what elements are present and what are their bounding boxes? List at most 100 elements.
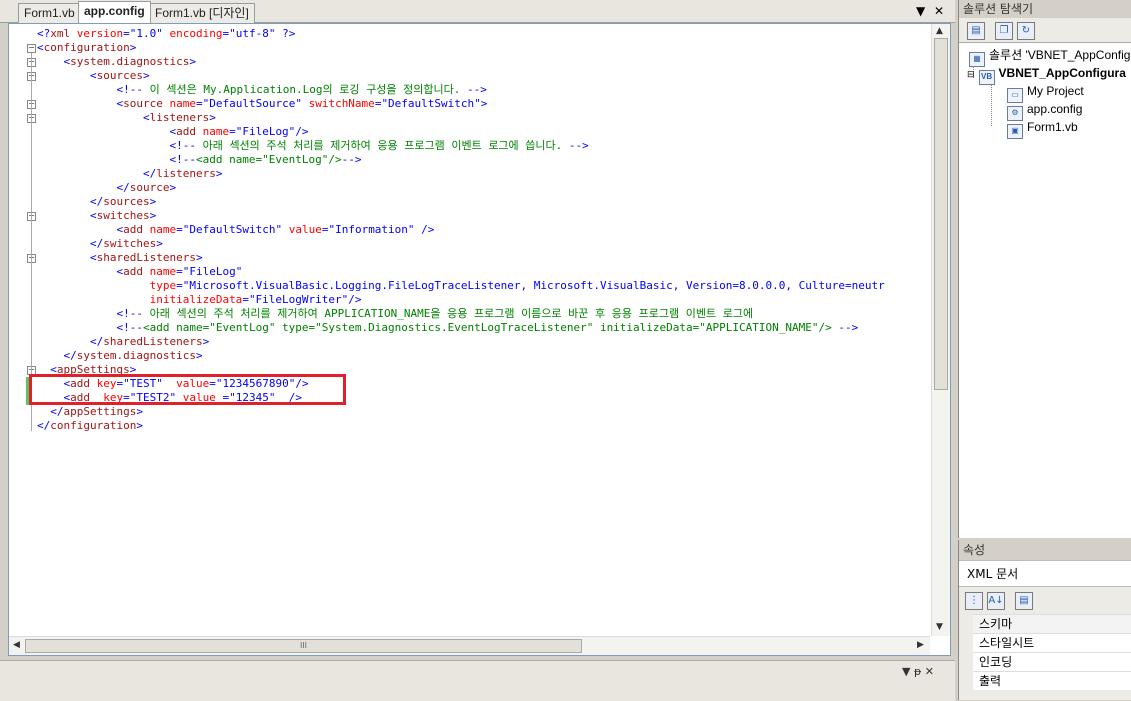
code-line[interactable]: </configuration> [37,419,143,433]
code-token: source [123,97,163,110]
alphabetical-icon[interactable]: A↓ [987,592,1005,610]
code-line[interactable]: <source name="DefaultSource" switchName=… [37,97,487,111]
tree-item-label: 솔루션 'VBNET_AppConfig [989,48,1131,62]
vertical-scrollbar[interactable]: ▲ ▼ [931,24,950,636]
solution-explorer: 솔루션 탐색기 ▤ ❐ ↻ ▦ 솔루션 'VBNET_AppConfig ⊟ VB V… [958,0,1131,538]
refresh-icon[interactable]: ↻ [1017,22,1035,40]
collapse-icon[interactable]: − [27,44,36,53]
code-line[interactable]: <configuration> [37,41,136,55]
code-line[interactable]: <!--<add name="EventLog"/>--> [37,153,361,167]
code-line[interactable]: <!-- 이 섹션은 My.Application.Log의 로깅 구성을 정의… [37,83,486,97]
code-token: ?> [275,27,296,40]
scroll-up-icon[interactable]: ▲ [936,26,943,36]
code-token: < [142,111,150,124]
code-line[interactable]: </appSettings> [37,405,143,419]
code-token: name [195,125,230,138]
code-line[interactable]: </sharedListeners> [37,335,209,349]
panel-controls[interactable]: ▼ ᵽ ✕ [902,665,934,678]
code-line[interactable]: </system.diagnostics> [37,349,203,363]
code-line[interactable]: <!-- 아래 섹션의 주석 처리를 제거하여 APPLICATION_NAME… [37,307,753,321]
tree-item-solution[interactable]: ▦ 솔루션 'VBNET_AppConfig [969,46,1131,67]
code-line[interactable]: <!--<add name="EventLog" type="System.Di… [37,321,858,335]
properties-title: 속성 [963,543,986,557]
code-token: > [142,69,150,82]
code-token: > [195,251,203,264]
code-line[interactable]: </sources> [37,195,156,209]
tree-item-form1[interactable]: ▣ Form1.vb [1007,118,1078,139]
vertical-scroll-thumb[interactable] [934,38,948,390]
code-token: "DefaultSource" [202,97,302,110]
code-token: listeners [156,167,216,180]
tab-app-config[interactable]: app.config [78,1,151,23]
close-document-icon[interactable]: ✕ [934,4,944,18]
code-line[interactable]: <?xml version="1.0" encoding="utf-8" ?> [37,27,295,41]
code-token: "utf-8" [229,27,276,40]
code-token: "1.0" [129,27,163,40]
code-line[interactable]: type="Microsoft.VisualBasic.Logging.File… [37,279,885,293]
properties-icon[interactable]: ▤ [967,22,985,40]
property-pages-icon[interactable]: ▤ [1015,592,1033,610]
properties-object-selector[interactable]: XML 문서 [959,560,1131,587]
code-token: name [142,265,177,278]
tab-form1-designer[interactable]: Form1.vb [디자인] [149,3,255,23]
property-row-schema[interactable]: 스키마 [973,614,1131,633]
code-line[interactable]: <add name="FileLog" [37,265,242,279]
code-token: /> [295,125,309,138]
code-line[interactable]: </listeners> [37,167,222,181]
code-token: sharedListeners [103,335,203,348]
collapse-icon[interactable]: ⊟ [967,69,975,79]
code-editor[interactable]: −−−−−−−− <?xml version="1.0" encoding="u… [8,23,951,656]
code-line[interactable]: <add name="FileLog"/> [37,125,309,139]
code-line[interactable]: <switches> [37,209,156,223]
tab-list-dropdown-icon[interactable]: ▼ [916,4,925,18]
code-line[interactable]: <sharedListeners> [37,251,203,265]
code-token: </ [50,405,64,418]
code-line[interactable]: <add name="DefaultSwitch" value="Informa… [37,223,434,237]
property-row-stylesheet[interactable]: 스타일시트 [973,633,1131,652]
code-token: = [176,223,183,236]
vb-project-icon: VB [978,70,995,85]
code-line[interactable]: <listeners> [37,111,216,125]
code-token: listeners [149,111,210,124]
code-token: "DefaultSwitch" [381,97,481,110]
property-row-encoding[interactable]: 인코딩 [973,652,1131,671]
code-line[interactable]: <!-- 아래 섹션의 주석 처리를 제거하여 응용 프로그램 이벤트 로그에 … [37,139,589,153]
code-token: initializeData [149,293,243,306]
scroll-down-icon[interactable]: ▼ [936,622,943,632]
code-area[interactable]: −−−−−−−− <?xml version="1.0" encoding="u… [9,24,930,636]
code-token: add [176,125,196,138]
tab-form1-vb[interactable]: Form1.vb [18,3,81,23]
code-line[interactable]: </switches> [37,237,163,251]
code-token: "DefaultSwitch" [182,223,283,236]
code-line[interactable]: <sources> [37,69,150,83]
code-token: <? [37,27,51,40]
horizontal-scroll-thumb[interactable]: III [25,639,582,653]
code-token: --> [568,139,589,152]
scroll-right-icon[interactable]: ▶ [917,640,924,650]
code-line[interactable]: </source> [37,181,176,195]
scroll-left-icon[interactable]: ◀ [13,640,20,650]
property-row-output[interactable]: 출력 [973,671,1131,690]
tree-item-my-project[interactable]: ▭ My Project [1007,82,1084,103]
code-line[interactable]: initializeData="FileLogWriter"/> [37,293,362,307]
tree-item-app-config[interactable]: ⚙ app.config [1007,100,1082,121]
code-token: configuration [43,41,130,54]
code-token: "Microsoft.VisualBasic.Logging.FileLogTr… [182,279,885,292]
solution-explorer-title: 솔루션 탐색기 [959,0,1131,18]
code-token: name [162,97,196,110]
show-all-files-icon[interactable]: ❐ [995,22,1013,40]
code-line[interactable]: <system.diagnostics> [37,55,196,69]
categorized-icon[interactable]: ⋮ [965,592,983,610]
code-token: > [156,237,163,250]
code-token: add [123,265,143,278]
code-token: </ [37,419,51,432]
horizontal-scrollbar[interactable]: ◀ III ▶ [9,636,930,655]
tree-item-project[interactable]: ⊟ VB VBNET_AppConfigura [967,64,1126,85]
